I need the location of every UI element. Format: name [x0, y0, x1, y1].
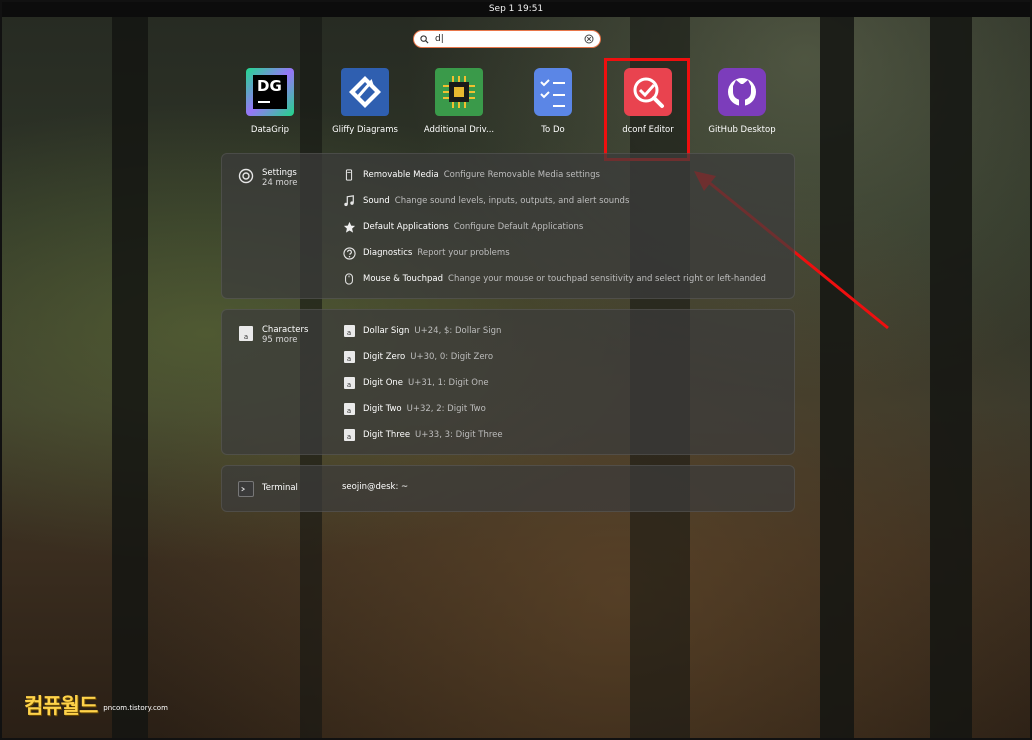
- result-desc: U+31, 1: Digit One: [408, 378, 489, 388]
- provider-title: Characters: [262, 325, 309, 335]
- result-title: Digit Zero: [363, 352, 406, 362]
- characters-icon: a: [238, 325, 254, 341]
- provider-title: Terminal: [262, 483, 298, 493]
- result-default-applications[interactable]: Default Applications Configure Default A…: [342, 220, 583, 234]
- result-title: Sound: [363, 196, 390, 206]
- result-desc: U+32, 2: Digit Two: [406, 404, 486, 414]
- terminal-provider[interactable]: Terminal: [238, 481, 298, 497]
- provider-more: 95 more: [262, 335, 298, 345]
- settings-results: Settings 24 more Removable Media Configu…: [221, 153, 795, 299]
- result-dollar-sign[interactable]: a Dollar Sign U+24, $: Dollar Sign: [342, 324, 501, 338]
- terminal-results: Terminal seojin@desk: ~: [221, 465, 795, 512]
- characters-results: a Characters 95 more a Dollar Sign U+24,…: [221, 309, 795, 455]
- result-mouse-touchpad[interactable]: Mouse & Touchpad Change your mouse or to…: [342, 272, 766, 286]
- settings-provider[interactable]: Settings 24 more: [238, 168, 298, 188]
- result-desc: U+33, 3: Digit Three: [415, 430, 503, 440]
- usb-stick-icon: [342, 168, 356, 182]
- glyph-box: a: [343, 325, 355, 337]
- glyph-box: a: [239, 325, 253, 341]
- watermark-brand: 컴퓨월드: [24, 694, 98, 718]
- gear-icon: [238, 168, 254, 184]
- help-icon: [342, 246, 356, 260]
- star-icon: [342, 220, 356, 234]
- result-desc: U+24, $: Dollar Sign: [414, 326, 502, 336]
- result-digit-two[interactable]: a Digit Two U+32, 2: Digit Two: [342, 402, 486, 416]
- result-digit-zero[interactable]: a Digit Zero U+30, 0: Digit Zero: [342, 350, 493, 364]
- watermark-url: pncom.tistory.com: [103, 704, 168, 712]
- result-terminal-session[interactable]: seojin@desk: ~: [342, 480, 413, 494]
- result-title: Digit Two: [363, 404, 402, 414]
- result-desc: U+30, 0: Digit Zero: [410, 352, 494, 362]
- result-title: Digit Three: [363, 430, 411, 440]
- result-desc: Report your problems: [417, 248, 510, 258]
- result-desc: Change your mouse or touchpad sensitivit…: [448, 274, 766, 284]
- result-sound[interactable]: Sound Change sound levels, inputs, outpu…: [342, 194, 629, 208]
- result-removable-media[interactable]: Removable Media Configure Removable Medi…: [342, 168, 600, 182]
- result-title: Digit One: [363, 378, 404, 388]
- result-title: Default Applications: [363, 222, 449, 232]
- music-note-icon: [342, 194, 356, 208]
- result-title: Dollar Sign: [363, 326, 410, 336]
- provider-title: Settings: [262, 168, 297, 178]
- result-digit-three[interactable]: a Digit Three U+33, 3: Digit Three: [342, 428, 503, 442]
- glyph-box: a: [343, 351, 355, 363]
- provider-more: 24 more: [262, 178, 298, 188]
- result-diagnostics[interactable]: Diagnostics Report your problems: [342, 246, 510, 260]
- result-title: Diagnostics: [363, 248, 413, 258]
- mouse-icon: [342, 272, 356, 286]
- glyph-box: a: [343, 377, 355, 389]
- result-title: Removable Media: [363, 170, 439, 180]
- result-desc: Configure Default Applications: [453, 222, 584, 232]
- result-digit-one[interactable]: a Digit One U+31, 1: Digit One: [342, 376, 489, 390]
- watermark: 컴퓨월드 pncom.tistory.com: [24, 690, 168, 720]
- result-title: seojin@desk: ~: [342, 482, 409, 492]
- result-desc: Change sound levels, inputs, outputs, an…: [394, 196, 630, 206]
- glyph-box: a: [343, 403, 355, 415]
- result-title: Mouse & Touchpad: [363, 274, 444, 284]
- characters-provider[interactable]: a Characters 95 more: [238, 325, 308, 345]
- terminal-icon: [238, 481, 254, 497]
- result-desc: Configure Removable Media settings: [443, 170, 600, 180]
- glyph-box: a: [343, 429, 355, 441]
